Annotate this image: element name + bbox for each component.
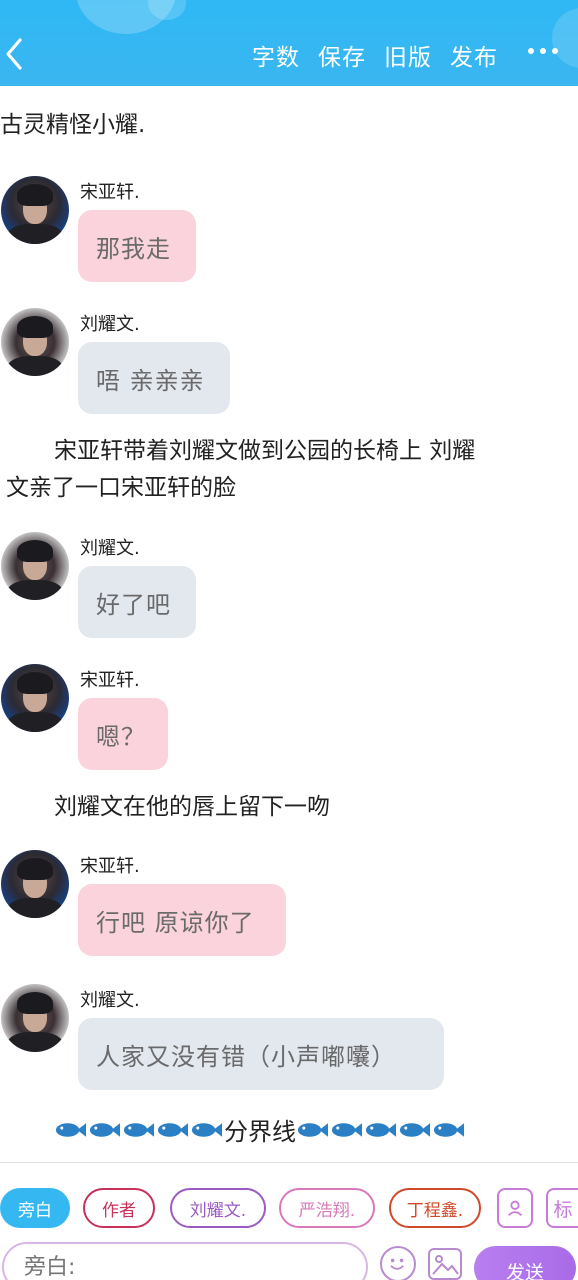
message-bubble[interactable]: 行吧 原谅你了 [78, 884, 286, 956]
save-button[interactable]: 保存 [318, 38, 366, 72]
toolbar-divider [0, 1162, 578, 1163]
divider-label: 分界线 [224, 1118, 296, 1146]
fish-icon [433, 1122, 465, 1137]
fish-divider: 分界线 [54, 1112, 466, 1147]
compose-row: 发送 [0, 1240, 578, 1280]
fish-icon [55, 1122, 87, 1137]
chip-narration[interactable]: 旁白 [0, 1188, 70, 1228]
chip-character-ding[interactable]: 丁程鑫. [389, 1188, 481, 1228]
chat-message: 宋亚轩. 嗯？ [0, 664, 578, 774]
more-options-icon[interactable] [528, 48, 558, 54]
avatar[interactable] [1, 664, 69, 732]
back-icon[interactable] [2, 34, 30, 74]
message-bubble[interactable]: 人家又没有错（小声嘟囔） [78, 1018, 444, 1090]
fish-icon [89, 1122, 121, 1137]
emoji-icon[interactable] [380, 1246, 416, 1280]
fish-icon [365, 1122, 397, 1137]
chat-message: 刘耀文. 好了吧 [0, 532, 578, 642]
compose-input[interactable] [2, 1242, 368, 1280]
image-icon[interactable] [428, 1248, 462, 1280]
message-bubble[interactable]: 那我走 [78, 210, 196, 282]
speaker-name: 宋亚轩. [80, 856, 140, 877]
story-intro: 古灵精怪小耀. [0, 112, 146, 138]
chat-message: 宋亚轩. 那我走 [0, 176, 578, 286]
character-manage-icon[interactable] [497, 1188, 533, 1228]
top-bar: 字数 保存 旧版 发布 [0, 0, 578, 86]
chip-character-yan[interactable]: 严浩翔. [279, 1188, 375, 1228]
avatar[interactable] [1, 850, 69, 918]
narration-text: 宋亚轩带着刘耀文做到公园的长椅上 刘耀 [54, 438, 476, 464]
chip-author[interactable]: 作者 [83, 1188, 155, 1228]
speaker-name: 宋亚轩. [80, 182, 140, 203]
fish-icon [297, 1122, 329, 1137]
avatar[interactable] [1, 532, 69, 600]
narration-text: 文亲了一口宋亚轩的脸 [6, 475, 236, 501]
fish-icon [399, 1122, 431, 1137]
old-version-button[interactable]: 旧版 [384, 38, 432, 72]
avatar[interactable] [1, 308, 69, 376]
chat-message: 刘耀文. 唔 亲亲亲 [0, 308, 578, 418]
message-bubble[interactable]: 嗯？ [78, 698, 168, 770]
message-bubble[interactable]: 唔 亲亲亲 [78, 342, 230, 414]
avatar[interactable] [1, 984, 69, 1052]
chat-message: 刘耀文. 人家又没有错（小声嘟囔） [0, 984, 578, 1094]
message-bubble[interactable]: 好了吧 [78, 566, 196, 638]
speaker-name: 刘耀文. [80, 990, 140, 1011]
fish-icon [331, 1122, 363, 1137]
narration-text: 刘耀文在他的唇上留下一吻 [54, 794, 330, 820]
fish-icon [123, 1122, 155, 1137]
speaker-name: 刘耀文. [80, 538, 140, 559]
avatar[interactable] [1, 176, 69, 244]
chat-message: 宋亚轩. 行吧 原谅你了 [0, 850, 578, 960]
fish-icon [157, 1122, 189, 1137]
tag-icon[interactable]: 标 [546, 1188, 578, 1228]
speaker-name: 刘耀文. [80, 314, 140, 335]
role-chips: 旁白 作者 刘耀文. 严浩翔. 丁程鑫. [0, 1188, 578, 1228]
word-count-button[interactable]: 字数 [252, 38, 300, 72]
chip-character-liu[interactable]: 刘耀文. [170, 1188, 266, 1228]
publish-button[interactable]: 发布 [450, 38, 498, 72]
speaker-name: 宋亚轩. [80, 670, 140, 691]
header-actions: 字数 保存 旧版 发布 [252, 38, 498, 72]
send-button[interactable]: 发送 [474, 1246, 576, 1280]
fish-icon [191, 1122, 223, 1137]
decor-circle [552, 8, 578, 68]
